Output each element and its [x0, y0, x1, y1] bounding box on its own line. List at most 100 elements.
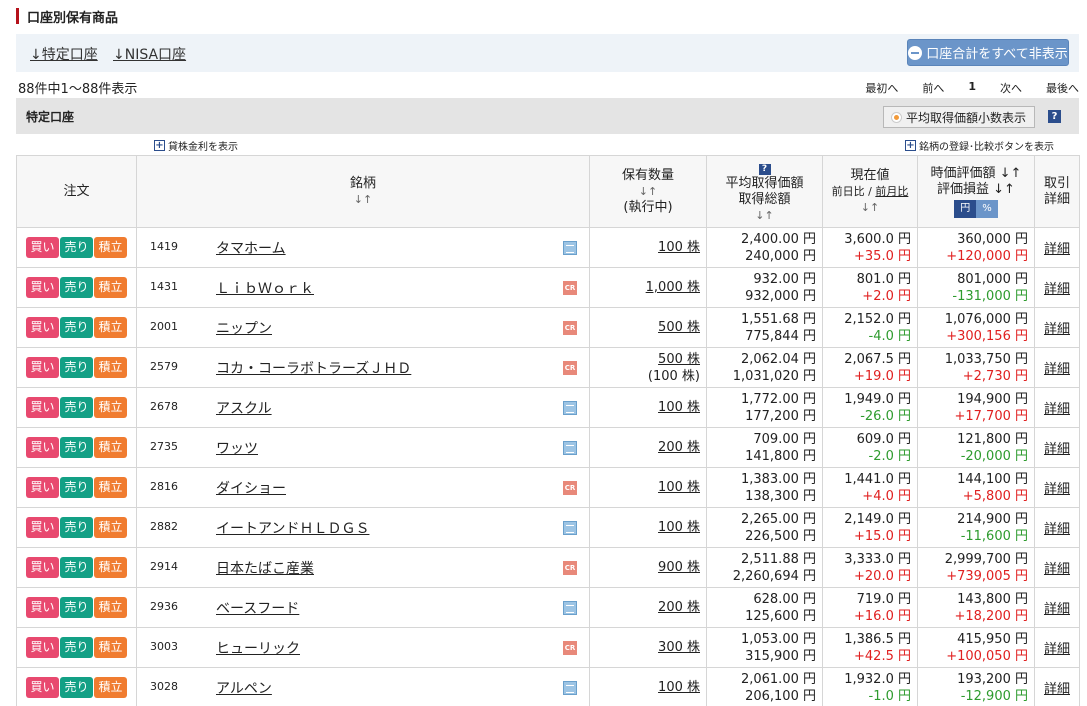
buy-button[interactable]: 買い	[26, 237, 59, 258]
sell-button[interactable]: 売り	[60, 477, 93, 498]
chart-icon[interactable]	[563, 241, 577, 255]
qty-link[interactable]: 500 株	[658, 352, 700, 367]
col-name[interactable]: 銘柄 ↓↑	[136, 155, 590, 228]
detail-link[interactable]: 詳細	[1034, 307, 1080, 348]
accumulate-button[interactable]: 積立	[94, 317, 127, 338]
buy-button[interactable]: 買い	[26, 597, 59, 618]
sell-button[interactable]: 売り	[60, 557, 93, 578]
accumulate-button[interactable]: 積立	[94, 357, 127, 378]
qty-link[interactable]: 100 株	[658, 480, 700, 495]
detail-link[interactable]: 詳細	[1034, 667, 1080, 706]
credit-icon[interactable]: CR	[563, 361, 577, 375]
buy-button[interactable]: 買い	[26, 437, 59, 458]
detail-link[interactable]: 詳細	[1034, 627, 1080, 668]
credit-icon[interactable]: CR	[563, 641, 577, 655]
accumulate-button[interactable]: 積立	[94, 397, 127, 418]
accumulate-button[interactable]: 積立	[94, 237, 127, 258]
show-register-buttons-link[interactable]: + 銘柄の登録･比較ボタンを表示	[905, 138, 1054, 153]
accumulate-button[interactable]: 積立	[94, 277, 127, 298]
qty-link[interactable]: 300 株	[658, 640, 700, 655]
credit-icon[interactable]: CR	[563, 321, 577, 335]
stock-name-link[interactable]: ベースフード	[216, 598, 299, 618]
pager-prev[interactable]: 前へ	[922, 80, 944, 96]
accumulate-button[interactable]: 積立	[94, 677, 127, 698]
detail-link[interactable]: 詳細	[1034, 267, 1080, 308]
sell-button[interactable]: 売り	[60, 517, 93, 538]
chart-icon[interactable]	[563, 521, 577, 535]
buy-button[interactable]: 買い	[26, 277, 59, 298]
chart-icon[interactable]	[563, 401, 577, 415]
detail-link[interactable]: 詳細	[1034, 467, 1080, 508]
detail-link[interactable]: 詳細	[1034, 427, 1080, 468]
pager-last[interactable]: 最後へ	[1046, 80, 1079, 96]
stock-name-link[interactable]: ヒューリック	[216, 638, 300, 658]
sell-button[interactable]: 売り	[60, 357, 93, 378]
col-qty[interactable]: 保有数量 ↓↑ (執行中)	[589, 155, 707, 228]
link-nisa-account[interactable]: ↓NISA口座	[113, 44, 186, 64]
detail-link[interactable]: 詳細	[1034, 227, 1080, 268]
qty-link[interactable]: 1,000 株	[646, 280, 700, 295]
col-avg-cost[interactable]: ? 平均取得価額 取得総額 ↓↑	[706, 155, 823, 228]
chart-icon[interactable]	[563, 601, 577, 615]
qty-link[interactable]: 200 株	[658, 600, 700, 615]
buy-button[interactable]: 買い	[26, 517, 59, 538]
sell-button[interactable]: 売り	[60, 317, 93, 338]
decimal-display-button[interactable]: 平均取得価額小数表示	[883, 106, 1035, 128]
qty-link[interactable]: 900 株	[658, 560, 700, 575]
buy-button[interactable]: 買い	[26, 677, 59, 698]
buy-button[interactable]: 買い	[26, 397, 59, 418]
accumulate-button[interactable]: 積立	[94, 557, 127, 578]
sell-button[interactable]: 売り	[60, 597, 93, 618]
qty-link[interactable]: 100 株	[658, 240, 700, 255]
col-market-value[interactable]: 時価評価額 ↓↑ 評価損益 ↓↑ 円%	[917, 155, 1035, 228]
accumulate-button[interactable]: 積立	[94, 477, 127, 498]
buy-button[interactable]: 買い	[26, 557, 59, 578]
col-price[interactable]: 現在値 前日比 / 前月比 ↓↑	[822, 155, 918, 228]
qty-link[interactable]: 100 株	[658, 400, 700, 415]
credit-icon[interactable]: CR	[563, 281, 577, 295]
stock-name-link[interactable]: ダイショー	[216, 478, 286, 498]
stock-name-link[interactable]: イートアンドＨＬＤＧＳ	[216, 518, 369, 538]
sell-button[interactable]: 売り	[60, 397, 93, 418]
stock-name-link[interactable]: コカ・コーラボトラーズＪＨＤ	[216, 358, 411, 378]
qty-link[interactable]: 500 株	[658, 320, 700, 335]
qty-link[interactable]: 100 株	[658, 680, 700, 695]
accumulate-button[interactable]: 積立	[94, 597, 127, 618]
sell-button[interactable]: 売り	[60, 237, 93, 258]
hide-all-totals-button[interactable]: 口座合計をすべて非表示	[907, 39, 1069, 66]
link-tokutei-account[interactable]: ↓特定口座	[30, 44, 98, 64]
buy-button[interactable]: 買い	[26, 317, 59, 338]
detail-link[interactable]: 詳細	[1034, 387, 1080, 428]
detail-link[interactable]: 詳細	[1034, 547, 1080, 588]
stock-name-link[interactable]: アスクル	[216, 398, 272, 418]
buy-button[interactable]: 買い	[26, 357, 59, 378]
accumulate-button[interactable]: 積立	[94, 517, 127, 538]
sell-button[interactable]: 売り	[60, 437, 93, 458]
chart-icon[interactable]	[563, 441, 577, 455]
stock-name-link[interactable]: ＬｉｂＷｏｒｋ	[216, 278, 314, 298]
sell-button[interactable]: 売り	[60, 637, 93, 658]
detail-link[interactable]: 詳細	[1034, 587, 1080, 628]
show-lending-rate-link[interactable]: + 貸株金利を表示	[154, 138, 238, 153]
yen-pct-toggle[interactable]: 円%	[954, 199, 998, 218]
qty-link[interactable]: 100 株	[658, 520, 700, 535]
pager-next[interactable]: 次へ	[1000, 80, 1022, 96]
chart-icon[interactable]	[563, 681, 577, 695]
credit-icon[interactable]: CR	[563, 561, 577, 575]
accumulate-button[interactable]: 積立	[94, 437, 127, 458]
stock-name-link[interactable]: アルペン	[216, 678, 272, 698]
stock-name-link[interactable]: ニップン	[216, 318, 272, 338]
stock-name-link[interactable]: タマホーム	[216, 238, 286, 258]
buy-button[interactable]: 買い	[26, 637, 59, 658]
sell-button[interactable]: 売り	[60, 677, 93, 698]
buy-button[interactable]: 買い	[26, 477, 59, 498]
pager-first[interactable]: 最初へ	[865, 80, 898, 96]
help-icon[interactable]: ?	[1048, 110, 1061, 123]
qty-link[interactable]: 200 株	[658, 440, 700, 455]
stock-name-link[interactable]: 日本たばこ産業	[216, 558, 314, 578]
stock-name-link[interactable]: ワッツ	[216, 438, 258, 458]
sell-button[interactable]: 売り	[60, 277, 93, 298]
credit-icon[interactable]: CR	[563, 481, 577, 495]
detail-link[interactable]: 詳細	[1034, 507, 1080, 548]
detail-link[interactable]: 詳細	[1034, 347, 1080, 388]
